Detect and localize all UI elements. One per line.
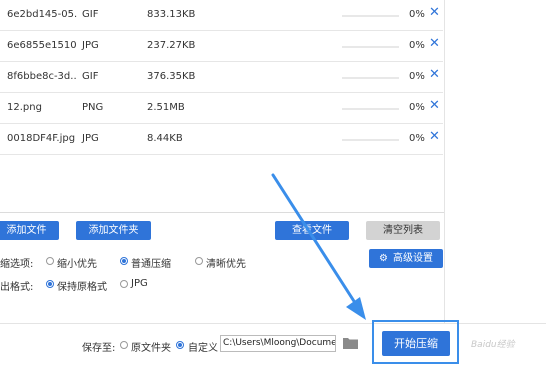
- progress-bar: [342, 108, 399, 110]
- file-size: 2.51MB: [147, 102, 185, 113]
- compress-radio-small[interactable]: [46, 257, 54, 265]
- file-type: JPG: [82, 133, 99, 144]
- remove-icon[interactable]: ✕: [429, 98, 440, 113]
- save-path-input[interactable]: C:\Users\Mloong\Docume: [220, 335, 336, 352]
- file-size: 376.35KB: [147, 71, 196, 82]
- advanced-settings-button[interactable]: ⚙ 高级设置: [369, 249, 443, 268]
- format-option-original: 保持原格式: [57, 282, 107, 293]
- compress-label: 缩选项:: [0, 259, 34, 270]
- highlight-box: [372, 320, 459, 364]
- format-radio-original[interactable]: [46, 280, 54, 288]
- file-size: 237.27KB: [147, 40, 196, 51]
- file-type: GIF: [82, 9, 99, 20]
- progress-text: 0%: [409, 40, 425, 51]
- compress-option-clear: 清晰优先: [206, 259, 246, 270]
- clear-list-button[interactable]: 清空列表: [366, 221, 440, 240]
- gear-icon: ⚙: [379, 253, 388, 264]
- progress-bar: [342, 46, 399, 48]
- file-name: 12.png: [7, 102, 42, 113]
- advanced-settings-label: 高级设置: [392, 253, 433, 264]
- table-row[interactable]: 6e2bd145-05... GIF 833.13KB 0% ✕: [0, 0, 443, 31]
- save-radio-custom[interactable]: [176, 341, 184, 349]
- progress-bar: [342, 77, 399, 79]
- remove-icon[interactable]: ✕: [429, 36, 440, 51]
- compress-option-small: 缩小优先: [57, 259, 97, 270]
- add-folder-button[interactable]: 添加文件夹: [76, 221, 151, 240]
- progress-bar: [342, 139, 399, 141]
- compress-option-normal: 普通压缩: [131, 259, 171, 270]
- file-type: PNG: [82, 102, 104, 113]
- remove-icon[interactable]: ✕: [429, 129, 440, 144]
- file-list: 6e2bd145-05... GIF 833.13KB 0% ✕ 6e6855e…: [0, 0, 443, 212]
- remove-icon[interactable]: ✕: [429, 5, 440, 20]
- table-row[interactable]: 0018DF4F.jpg JPG 8.44KB 0% ✕: [0, 124, 443, 155]
- save-label: 保存至:: [82, 343, 116, 354]
- file-type: GIF: [82, 71, 99, 82]
- format-radio-jpg[interactable]: [120, 280, 128, 288]
- progress-text: 0%: [409, 102, 425, 113]
- compress-radio-clear[interactable]: [195, 257, 203, 265]
- file-name: 0018DF4F.jpg: [7, 133, 76, 144]
- format-label: 出格式:: [0, 282, 34, 293]
- file-name: 6e6855e1510...: [7, 40, 77, 51]
- table-row[interactable]: 12.png PNG 2.51MB 0% ✕: [0, 93, 443, 124]
- save-radio-original[interactable]: [120, 341, 128, 349]
- file-size: 8.44KB: [147, 133, 183, 144]
- progress-text: 0%: [409, 9, 425, 20]
- progress-bar: [342, 15, 399, 17]
- folder-icon[interactable]: [343, 337, 358, 349]
- file-name: 8f6bbe8c-3d...: [7, 71, 77, 82]
- divider: [444, 0, 445, 323]
- remove-icon[interactable]: ✕: [429, 67, 440, 82]
- progress-text: 0%: [409, 71, 425, 82]
- divider: [0, 212, 444, 213]
- query-file-button[interactable]: 查看文件: [275, 221, 349, 240]
- save-option-custom: 自定义: [188, 343, 218, 354]
- progress-text: 0%: [409, 133, 425, 144]
- file-size: 833.13KB: [147, 9, 196, 20]
- save-option-original: 原文件夹: [131, 343, 171, 354]
- file-type: JPG: [82, 40, 99, 51]
- table-row[interactable]: 6e6855e1510... JPG 237.27KB 0% ✕: [0, 31, 443, 62]
- divider: [0, 323, 546, 324]
- add-file-button[interactable]: 添加文件: [0, 221, 59, 240]
- format-option-jpg: JPG: [131, 278, 148, 289]
- file-name: 6e2bd145-05...: [7, 9, 77, 20]
- table-row[interactable]: 8f6bbe8c-3d... GIF 376.35KB 0% ✕: [0, 62, 443, 93]
- compress-radio-normal[interactable]: [120, 257, 128, 265]
- watermark: Baidu经验: [471, 340, 515, 350]
